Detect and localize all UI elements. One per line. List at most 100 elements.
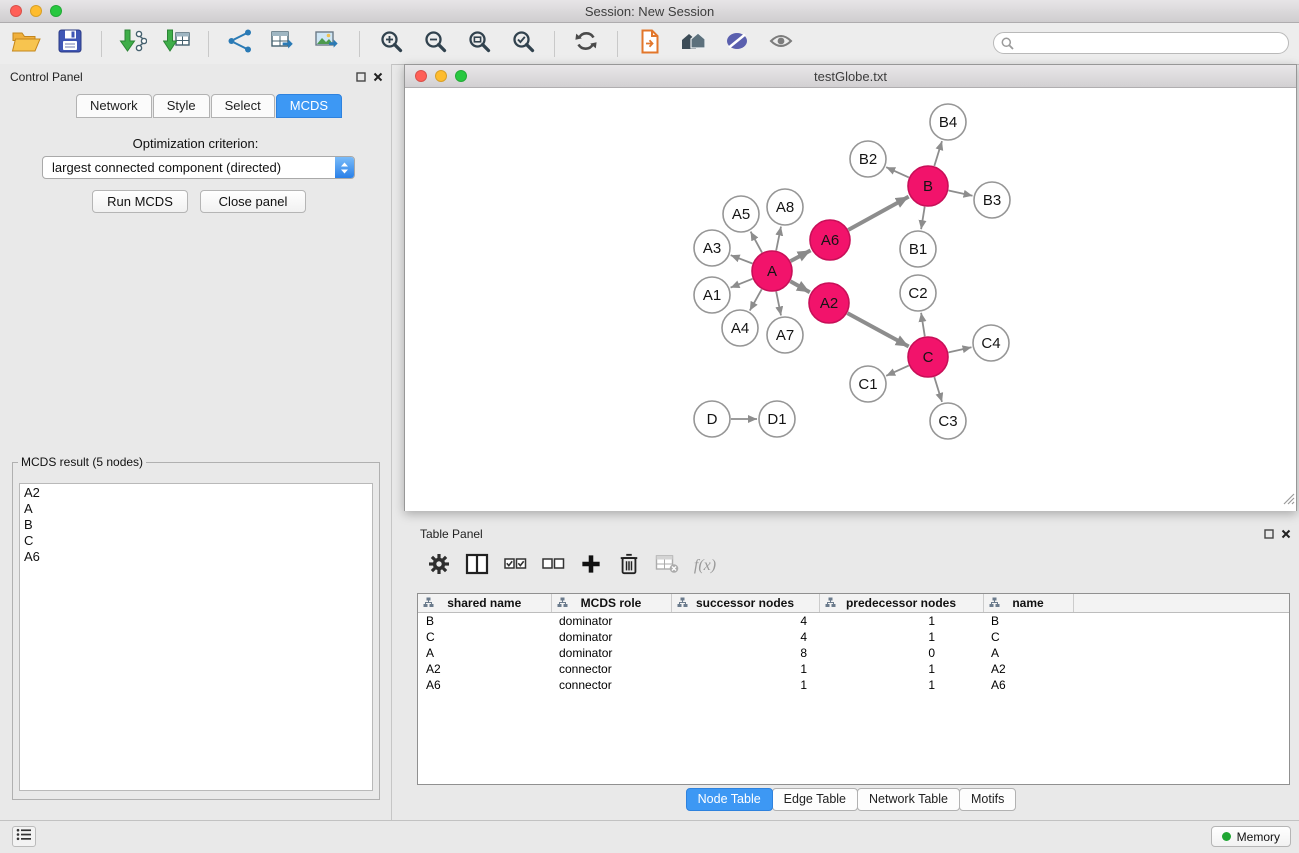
search-input[interactable]	[1014, 34, 1288, 52]
zoom-selected-button[interactable]	[503, 27, 543, 61]
criterion-dropdown[interactable]: largest connected component (directed)	[42, 156, 355, 179]
zoom-in-button[interactable]	[371, 27, 411, 61]
annotation-mode-button[interactable]	[717, 27, 757, 61]
table-row[interactable]: A6connector11A6	[418, 677, 1289, 693]
node-C[interactable]: C	[908, 337, 948, 377]
node-A3[interactable]: A3	[694, 230, 730, 266]
show-hide-graphics-button[interactable]	[761, 27, 801, 61]
edge-B-B1[interactable]	[921, 207, 925, 230]
tab-network[interactable]: Network	[76, 94, 152, 118]
edge-C-C4[interactable]	[949, 347, 972, 352]
edge-C-C3[interactable]	[934, 377, 942, 402]
node-A1[interactable]: A1	[694, 277, 730, 313]
edge-B-B3[interactable]	[949, 191, 973, 196]
column-header-shared-name[interactable]: shared name	[418, 594, 551, 613]
network-zoom-button[interactable]	[455, 70, 467, 82]
mcds-result-item[interactable]: B	[24, 517, 368, 533]
show-columns-button[interactable]	[459, 551, 495, 581]
delete-column-button[interactable]	[611, 551, 647, 581]
mcds-result-item[interactable]: C	[24, 533, 368, 549]
network-minimize-button[interactable]	[435, 70, 447, 82]
node-C1[interactable]: C1	[850, 366, 886, 402]
network-canvas[interactable]: AA1A2A3A4A5A6A7A8BB1B2B3B4CC1C2C3C4DD1	[405, 88, 1296, 511]
node-B1[interactable]: B1	[900, 231, 936, 267]
new-network-button[interactable]	[220, 27, 260, 61]
function-builder-button[interactable]: f(x)	[687, 551, 723, 581]
export-image-button[interactable]	[308, 27, 348, 61]
open-session-file-button[interactable]	[629, 27, 669, 61]
edge-B-B2[interactable]	[886, 167, 909, 177]
edge-A-A1[interactable]	[731, 279, 753, 288]
node-A5[interactable]: A5	[723, 196, 759, 232]
minimize-window-button[interactable]	[30, 5, 42, 17]
delete-table-button[interactable]	[649, 551, 685, 581]
edge-B-B4[interactable]	[934, 141, 942, 166]
export-table-button[interactable]	[264, 27, 304, 61]
table-row[interactable]: Adominator80A	[418, 645, 1289, 661]
tab-mcds[interactable]: MCDS	[276, 94, 342, 118]
node-A8[interactable]: A8	[767, 189, 803, 225]
save-session-button[interactable]	[50, 27, 90, 61]
float-panel-icon[interactable]	[356, 69, 366, 87]
node-C3[interactable]: C3	[930, 403, 966, 439]
node-A[interactable]: A	[752, 251, 792, 291]
deselect-all-button[interactable]	[535, 551, 571, 581]
edge-A-A3[interactable]	[731, 255, 753, 263]
close-panel-icon[interactable]	[373, 69, 383, 87]
table-settings-button[interactable]	[421, 551, 457, 581]
edge-A-A2[interactable]	[790, 281, 810, 292]
import-network-button[interactable]	[113, 27, 153, 61]
close-panel-icon[interactable]	[1281, 526, 1291, 544]
close-window-button[interactable]	[10, 5, 22, 17]
edge-A-A6[interactable]	[791, 250, 811, 261]
edge-A2-C[interactable]	[847, 313, 908, 346]
node-A4[interactable]: A4	[722, 310, 758, 346]
table-row[interactable]: Bdominator41B	[418, 613, 1289, 630]
column-header-predecessor-nodes[interactable]: predecessor nodes	[819, 594, 983, 613]
close-panel-button[interactable]: Close panel	[200, 190, 306, 213]
node-C2[interactable]: C2	[900, 275, 936, 311]
task-history-button[interactable]	[12, 826, 36, 847]
column-header-name[interactable]: name	[983, 594, 1073, 613]
tab-select[interactable]: Select	[211, 94, 275, 118]
mcds-result-item[interactable]: A2	[24, 485, 368, 501]
edge-A6-B[interactable]	[848, 197, 908, 230]
import-table-button[interactable]	[157, 27, 197, 61]
search-field[interactable]	[993, 32, 1289, 54]
zoom-out-button[interactable]	[415, 27, 455, 61]
run-mcds-button[interactable]: Run MCDS	[92, 190, 188, 213]
column-header-MCDS-role[interactable]: MCDS role	[551, 594, 671, 613]
edge-A-A8[interactable]	[776, 227, 781, 251]
node-D1[interactable]: D1	[759, 401, 795, 437]
node-table[interactable]: shared nameMCDS rolesuccessor nodesprede…	[417, 593, 1290, 785]
memory-button[interactable]: Memory	[1211, 826, 1291, 847]
tab-edge-table[interactable]: Edge Table	[772, 788, 858, 811]
network-close-button[interactable]	[415, 70, 427, 82]
node-B4[interactable]: B4	[930, 104, 966, 140]
mcds-result-list[interactable]: A2ABCA6	[19, 483, 373, 791]
first-neighbors-button[interactable]	[673, 27, 713, 61]
node-A7[interactable]: A7	[767, 317, 803, 353]
resize-grip-icon[interactable]	[1283, 492, 1295, 510]
open-session-button[interactable]	[6, 27, 46, 61]
mcds-result-item[interactable]: A6	[24, 549, 368, 565]
node-C4[interactable]: C4	[973, 325, 1009, 361]
edge-A-A5[interactable]	[751, 232, 762, 253]
tab-network-table[interactable]: Network Table	[857, 788, 960, 811]
node-A6[interactable]: A6	[810, 220, 850, 260]
create-column-button[interactable]	[573, 551, 609, 581]
table-row[interactable]: Cdominator41C	[418, 629, 1289, 645]
node-D[interactable]: D	[694, 401, 730, 437]
edge-C-C1[interactable]	[886, 366, 909, 376]
node-B[interactable]: B	[908, 166, 948, 206]
zoom-fit-button[interactable]	[459, 27, 499, 61]
edge-C-C2[interactable]	[921, 313, 925, 337]
zoom-window-button[interactable]	[50, 5, 62, 17]
column-header-successor-nodes[interactable]: successor nodes	[671, 594, 819, 613]
node-B2[interactable]: B2	[850, 141, 886, 177]
mcds-result-item[interactable]: A	[24, 501, 368, 517]
node-A2[interactable]: A2	[809, 283, 849, 323]
tab-motifs[interactable]: Motifs	[959, 788, 1016, 811]
select-all-button[interactable]	[497, 551, 533, 581]
edge-A-A7[interactable]	[776, 292, 781, 316]
